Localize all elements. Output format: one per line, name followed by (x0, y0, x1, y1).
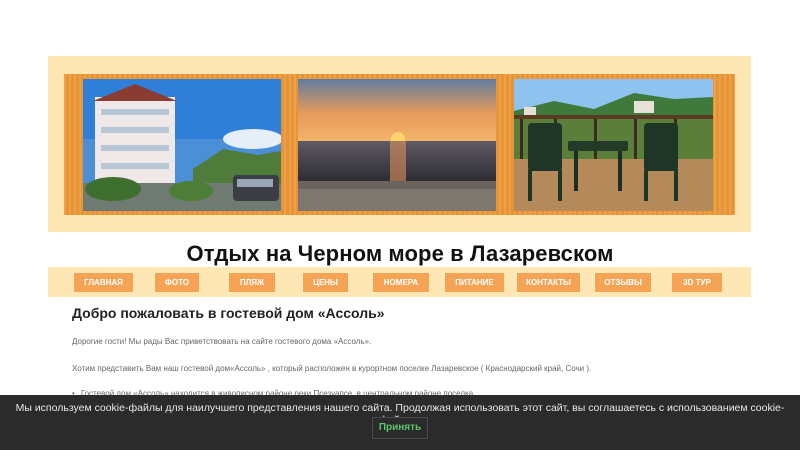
nav-item-rooms[interactable]: НОМЕРА (373, 273, 429, 292)
guesthouse-photo (83, 79, 281, 211)
balcony-view-photo (514, 79, 713, 211)
site-title: Отдых на Черном море в Лазаревском (186, 241, 614, 266)
nav-item-reviews[interactable]: ОТЗЫВЫ (595, 273, 651, 292)
nav-item-photo[interactable]: ФОТО (155, 273, 199, 292)
main-nav: ГЛАВНАЯ ФОТО ПЛЯЖ ЦЕНЫ НОМЕРА ПИТАНИЕ КО… (48, 267, 751, 297)
accept-cookies-button[interactable]: Принять (372, 417, 428, 439)
nav-item-3d-tour[interactable]: 3D ТУР (672, 273, 722, 292)
nav-item-contacts[interactable]: КОНТАКТЫ (517, 273, 580, 292)
nav-item-food[interactable]: ПИТАНИЕ (445, 273, 504, 292)
nav-item-beach[interactable]: ПЛЯЖ (229, 273, 275, 292)
nav-item-home[interactable]: ГЛАВНАЯ (74, 273, 133, 292)
welcome-heading: Добро пожаловать в гостевой дом «Ассоль» (72, 305, 385, 321)
header-banner (48, 56, 751, 232)
sunset-sea-photo (298, 79, 496, 211)
cookie-banner: Мы используем cookie-файлы для наилучшег… (0, 395, 800, 450)
nav-item-prices[interactable]: ЦЕНЫ (303, 273, 348, 292)
photo-strip (64, 74, 735, 215)
intro-paragraph: Хотим представить Вам наш гостевой дом«А… (72, 364, 592, 373)
greeting-paragraph: Дорогие гости! Мы рады Вас приветствоват… (72, 337, 372, 346)
